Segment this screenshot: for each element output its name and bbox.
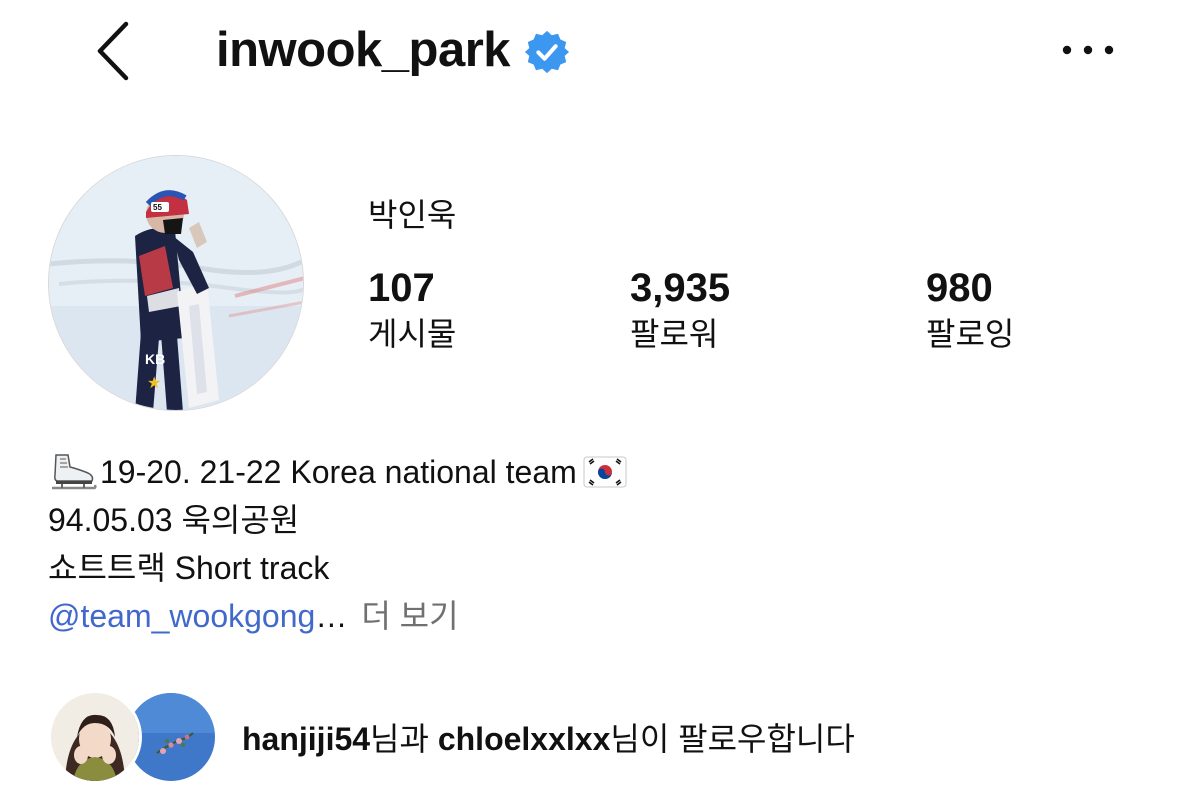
more-horizontal-icon [1062, 45, 1114, 55]
bio-mention-link[interactable]: @team_wookgong [48, 592, 315, 640]
follower-avatar-1 [48, 690, 142, 784]
followed-by-text: hanjiji54님과 chloelxxlxx님이 팔로우합니다 [242, 714, 855, 760]
follower-username-1[interactable]: hanjiji54 [242, 721, 370, 757]
followed-by-suffix: 님이 팔로우합니다 [610, 721, 855, 757]
profile-photo-image: 55 KB ★ [49, 156, 303, 410]
svg-text:55: 55 [153, 203, 162, 212]
username: inwook_park [216, 23, 511, 77]
follower-username-2[interactable]: chloelxxlxx [438, 721, 611, 757]
more-options-button[interactable] [1058, 30, 1118, 70]
svg-text:★: ★ [147, 373, 161, 392]
followed-by-avatars [48, 688, 220, 786]
bio-line-4: @team_wookgong … 더 보기 [48, 592, 627, 640]
followed-by-row[interactable]: hanjiji54님과 chloelxxlxx님이 팔로우합니다 [48, 688, 855, 786]
ice-skate-icon [52, 454, 97, 490]
profile-screen: inwook_park 55 KB ★ 박인욱 107 게시물 3,935 팔로… [0, 0, 1200, 800]
profile-header-title: inwook_park [216, 18, 570, 82]
bio-line-3: 쇼트트랙 Short track [48, 550, 330, 586]
followers-label: 팔로워 [630, 316, 719, 352]
followed-by-connector: 님과 [370, 721, 438, 757]
verified-badge-icon [524, 30, 570, 74]
back-button[interactable] [88, 18, 148, 84]
bio-national-team-text: 19-20. 21-22 Korea national team [100, 454, 577, 490]
svg-text:KB: KB [145, 351, 165, 367]
chevron-left-icon [97, 21, 129, 81]
profile-avatar[interactable]: 55 KB ★ [48, 155, 304, 411]
following-count: 980 [926, 266, 993, 310]
followers-count: 3,935 [630, 266, 731, 310]
posts-stat[interactable]: 107 게시물 [368, 264, 456, 354]
followers-stat[interactable]: 3,935 팔로워 [630, 264, 730, 354]
posts-label: 게시물 [368, 316, 457, 352]
bio-ellipsis: … [315, 598, 348, 634]
profile-bio: 19-20. 21-22 Korea national team 94.05.0… [48, 448, 627, 640]
bio-line-1: 19-20. 21-22 Korea national team [48, 448, 627, 496]
south-korea-flag-icon [583, 456, 627, 488]
display-name: 박인욱 [368, 197, 457, 233]
following-label: 팔로잉 [926, 316, 1015, 352]
following-stat[interactable]: 980 팔로잉 [926, 264, 1014, 354]
bio-more-link[interactable]: 더 보기 [361, 592, 458, 640]
bio-line-2: 94.05.03 욱의공원 [48, 502, 300, 538]
posts-count: 107 [368, 266, 435, 310]
